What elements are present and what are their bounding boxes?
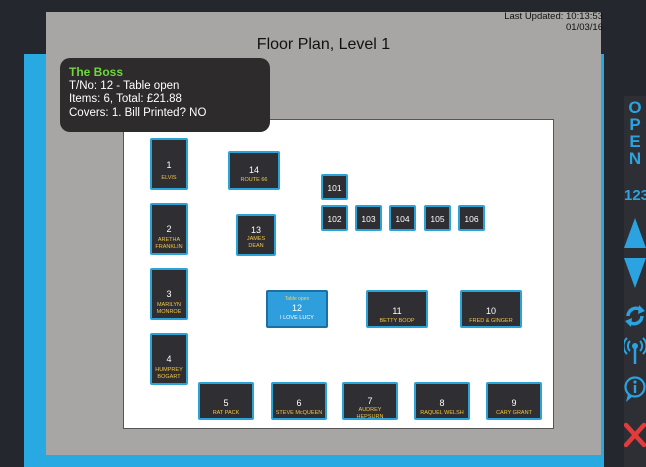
covers-line: Covers: 1. Bill Printed? NO bbox=[69, 106, 207, 119]
side-toolbar: O P E N 123 bbox=[624, 96, 646, 467]
table-10[interactable]: 10 FRED & GINGER bbox=[460, 290, 522, 328]
table-number: 6 bbox=[296, 398, 302, 408]
table-number: 104 bbox=[395, 214, 410, 224]
table-name: AUDREY HEPSURN bbox=[356, 407, 384, 420]
table-name: HUMPREY BOGART bbox=[155, 367, 183, 380]
table-105[interactable]: 105 bbox=[424, 205, 451, 231]
table-2[interactable]: 2 ARETHA FRANKLIN bbox=[150, 203, 188, 255]
table-number: 102 bbox=[327, 214, 342, 224]
table-name: ARETHA FRANKLIN bbox=[155, 237, 183, 250]
last-updated-label: Last Updated: bbox=[504, 11, 564, 22]
table-name: STEVE McQUEEN bbox=[275, 410, 323, 416]
table-number: 9 bbox=[511, 398, 517, 408]
table-name: ELVIS bbox=[161, 175, 177, 181]
table-name: RAQUEL WELSH bbox=[420, 410, 464, 416]
info-icon[interactable] bbox=[624, 374, 646, 404]
customer-name: The Boss bbox=[69, 65, 124, 79]
last-updated: Last Updated: 10:13:53 01/03/16 bbox=[504, 11, 603, 33]
table-101[interactable]: 101 bbox=[321, 174, 348, 200]
table-104[interactable]: 104 bbox=[389, 205, 416, 231]
table-number: 1 bbox=[166, 160, 172, 170]
close-icon[interactable] bbox=[624, 422, 646, 448]
table-name: FRED & GINGER bbox=[469, 318, 513, 324]
table-number: 106 bbox=[464, 214, 479, 224]
table-103[interactable]: 103 bbox=[355, 205, 382, 231]
table-number: 105 bbox=[430, 214, 445, 224]
table-name: BETTY BOOP bbox=[379, 318, 415, 324]
table-name: I LOVE LUCY bbox=[280, 315, 314, 321]
table-11[interactable]: 11 BETTY BOOP bbox=[366, 290, 428, 328]
table-name: RAT PACK bbox=[212, 410, 240, 416]
items-total-line: Items: 6, Total: £21.88 bbox=[69, 93, 182, 105]
page-title: Floor Plan, Level 1 bbox=[256, 36, 391, 53]
last-updated-time: 10:13:53 bbox=[566, 11, 603, 22]
table-number: 14 bbox=[248, 165, 259, 175]
table-9[interactable]: 9 CARY GRANT bbox=[486, 382, 542, 420]
numeric-entry-button[interactable]: 123 bbox=[624, 187, 646, 204]
open-letter-n: N bbox=[628, 149, 642, 168]
refresh-icon[interactable] bbox=[624, 302, 646, 330]
table-number: 5 bbox=[223, 398, 229, 408]
table-102[interactable]: 102 bbox=[321, 205, 348, 231]
table-info-popup: The Boss T/No: 12 - Table open Items: 6,… bbox=[60, 58, 270, 132]
table-number: 2 bbox=[166, 224, 172, 234]
table-number: 7 bbox=[367, 396, 373, 406]
table-1[interactable]: 1 ELVIS bbox=[150, 138, 188, 190]
arrow-up-icon[interactable] bbox=[624, 216, 646, 250]
table-number: 101 bbox=[327, 183, 342, 193]
floor-area: 1 ELVIS 2 ARETHA FRANKLIN 3 MARILYN MONR… bbox=[123, 119, 554, 429]
table-8[interactable]: 8 RAQUEL WELSH bbox=[414, 382, 470, 420]
table-6[interactable]: 6 STEVE McQUEEN bbox=[271, 382, 327, 420]
table-name: ROUTE 66 bbox=[240, 177, 268, 183]
table-number: 3 bbox=[166, 289, 172, 299]
table-13[interactable]: 13 JAMES DEAN bbox=[236, 214, 276, 256]
open-tables-button[interactable]: O P E N bbox=[624, 98, 646, 170]
table-5[interactable]: 5 RAT PACK bbox=[198, 382, 254, 420]
table-number: 4 bbox=[166, 354, 172, 364]
table-number: 10 bbox=[485, 306, 496, 316]
table-name: CARY GRANT bbox=[496, 410, 532, 416]
last-updated-date: 01/03/16 bbox=[566, 22, 603, 33]
table-number: 11 bbox=[392, 306, 402, 316]
table-7[interactable]: 7 AUDREY HEPSURN bbox=[342, 382, 398, 420]
table-14[interactable]: 14 ROUTE 66 bbox=[228, 151, 280, 190]
table-4[interactable]: 4 HUMPREY BOGART bbox=[150, 333, 188, 385]
table-number: 13 bbox=[250, 225, 261, 235]
arrow-down-icon[interactable] bbox=[624, 256, 646, 290]
table-name: MARILYN MONROE bbox=[156, 302, 182, 315]
table-106[interactable]: 106 bbox=[458, 205, 485, 231]
table-3[interactable]: 3 MARILYN MONROE bbox=[150, 268, 188, 320]
table-number: 103 bbox=[361, 214, 376, 224]
table-number: 8 bbox=[439, 398, 445, 408]
table-status: Table open bbox=[284, 296, 310, 302]
table-12[interactable]: Table open 12 I LOVE LUCY bbox=[266, 290, 328, 328]
table-name: JAMES DEAN bbox=[246, 236, 266, 249]
signal-icon[interactable] bbox=[624, 336, 646, 366]
table-status-line: T/No: 12 - Table open bbox=[69, 79, 180, 92]
table-number: 12 bbox=[291, 303, 302, 313]
